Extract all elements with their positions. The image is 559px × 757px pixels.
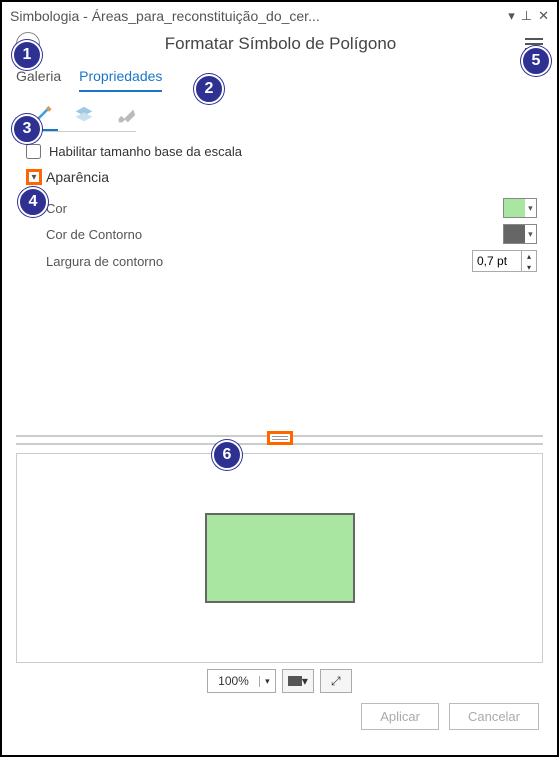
- preview-controls: 100% ▾ ▾ ⤢: [2, 669, 557, 693]
- fill-color-swatch: [504, 199, 525, 217]
- zoom-select[interactable]: 100% ▾: [207, 669, 276, 693]
- tab-properties[interactable]: Propriedades: [79, 64, 162, 92]
- page-title: Formatar Símbolo de Polígono: [40, 34, 521, 54]
- footer: Aplicar Cancelar: [2, 699, 557, 742]
- layers-tab-icon[interactable]: [68, 103, 100, 131]
- spinner-down-icon[interactable]: ▾: [522, 262, 536, 273]
- dropdown-icon: ▾: [525, 203, 536, 214]
- outline-color-picker[interactable]: ▾: [503, 224, 537, 244]
- outline-color-swatch: [504, 225, 525, 243]
- color-label: Cor: [46, 201, 503, 216]
- fill-color-picker[interactable]: ▾: [503, 198, 537, 218]
- splitter-grip-icon: [267, 431, 293, 445]
- outline-width-stepper[interactable]: ▴ ▾: [472, 250, 537, 272]
- preview-area: [16, 453, 543, 663]
- callout-2: 2: [194, 74, 224, 104]
- spinner-up-icon[interactable]: ▴: [522, 251, 536, 262]
- callout-5: 5: [521, 46, 551, 76]
- color-row: Cor ▾: [26, 195, 537, 221]
- structure-tab-icon[interactable]: [110, 103, 142, 131]
- symbol-preview: [205, 513, 355, 603]
- callout-1: 1: [12, 40, 42, 70]
- fit-extent-button[interactable]: ⤢: [320, 669, 352, 693]
- scale-checkbox[interactable]: [26, 144, 41, 159]
- appearance-expander[interactable]: ▾ Aparência: [26, 169, 537, 185]
- dropdown-icon: ▾: [259, 676, 275, 687]
- titlebar: Simbologia - Áreas_para_reconstituição_d…: [2, 2, 557, 30]
- zoom-value: 100%: [208, 674, 259, 688]
- chevron-down-icon: ▾: [26, 169, 42, 185]
- scale-checkbox-label: Habilitar tamanho base da escala: [49, 144, 242, 159]
- dropdown-icon[interactable]: ▾: [508, 8, 515, 24]
- outline-width-input[interactable]: [473, 251, 521, 271]
- cancel-button[interactable]: Cancelar: [449, 703, 539, 730]
- callout-6: 6: [212, 440, 242, 470]
- outline-color-row: Cor de Contorno ▾: [26, 221, 537, 247]
- subtabs: [2, 93, 557, 131]
- panel-title: Simbologia - Áreas_para_reconstituição_d…: [10, 8, 508, 24]
- background-icon: [288, 676, 302, 686]
- pin-icon[interactable]: ⊥: [521, 8, 532, 24]
- outline-width-row: Largura de contorno ▴ ▾: [26, 247, 537, 275]
- tabs: Galeria Propriedades: [2, 64, 557, 93]
- header: ← Formatar Símbolo de Polígono: [2, 30, 557, 64]
- outline-width-label: Largura de contorno: [46, 254, 472, 269]
- appearance-label: Aparência: [46, 169, 109, 185]
- background-toggle-button[interactable]: ▾: [282, 669, 314, 693]
- dropdown-icon: ▾: [525, 229, 536, 240]
- fit-icon: ⤢: [331, 674, 341, 689]
- callout-3: 3: [12, 114, 42, 144]
- close-icon[interactable]: ✕: [538, 8, 549, 24]
- outline-color-label: Cor de Contorno: [46, 227, 503, 242]
- callout-4: 4: [18, 187, 48, 217]
- splitter[interactable]: [16, 435, 543, 445]
- scale-checkbox-row: Habilitar tamanho base da escala: [26, 144, 537, 159]
- apply-button[interactable]: Aplicar: [361, 703, 439, 730]
- content: Habilitar tamanho base da escala ▾ Aparê…: [2, 132, 557, 275]
